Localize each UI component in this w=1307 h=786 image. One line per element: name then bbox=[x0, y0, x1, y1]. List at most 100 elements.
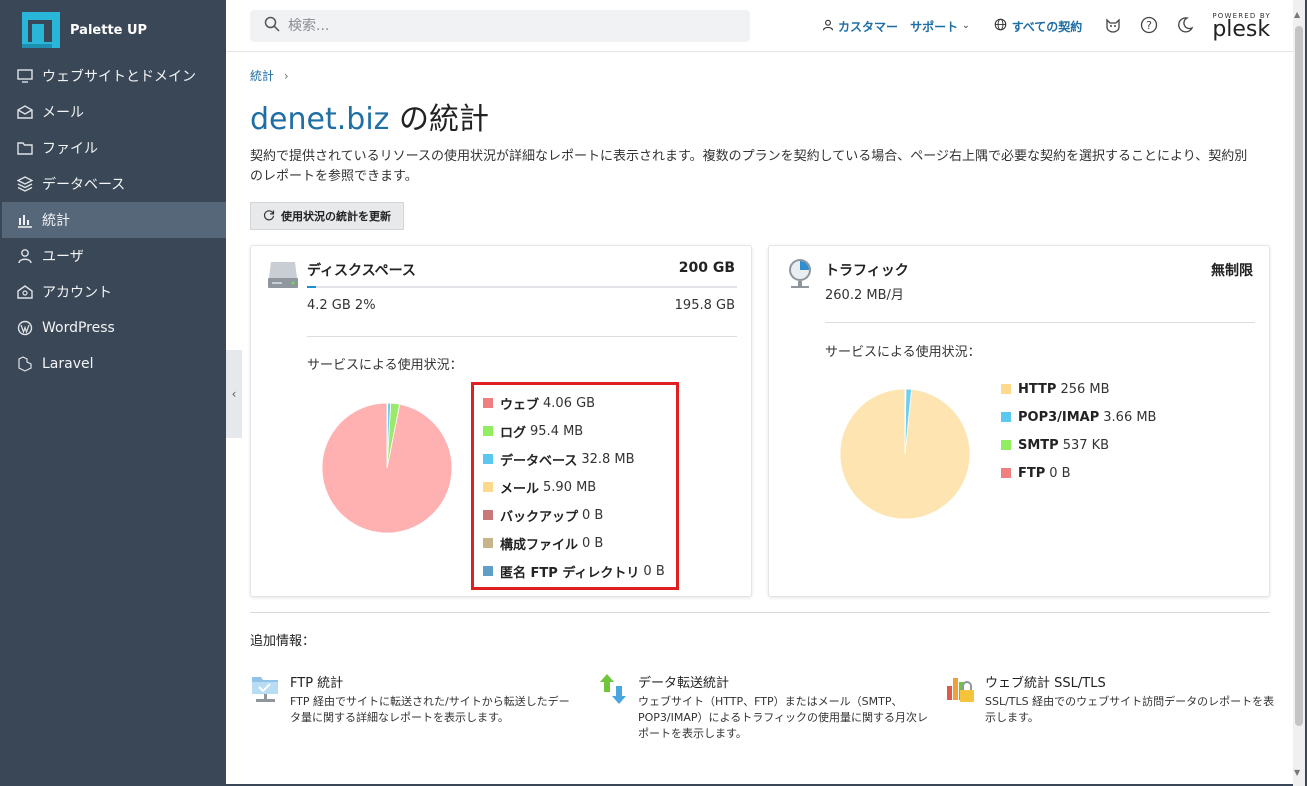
legend-swatch bbox=[1001, 440, 1011, 450]
sidebar-item-mail[interactable]: メール bbox=[2, 94, 226, 130]
search-input[interactable] bbox=[288, 18, 708, 34]
chevron-left-icon: ‹ bbox=[231, 387, 237, 401]
mail-icon bbox=[16, 103, 34, 121]
monitor-icon bbox=[16, 67, 34, 85]
legend-label: ログ bbox=[500, 425, 527, 441]
sidebar: Palette UP ウェブサイトとドメイン メール ファイル データベース 統… bbox=[2, 0, 226, 786]
legend-swatch bbox=[483, 398, 493, 408]
legend-label: 匿名 FTP ディレクトリ bbox=[500, 565, 640, 581]
cat-mascot-button[interactable] bbox=[1102, 15, 1124, 37]
brand-name: Palette UP bbox=[70, 22, 148, 38]
cat-icon bbox=[1104, 16, 1122, 37]
data-transfer-icon bbox=[598, 672, 632, 706]
sidebar-item-label: ファイル bbox=[42, 141, 98, 157]
info-title[interactable]: ウェブ統計 SSL/TLS bbox=[985, 672, 1275, 691]
bar-chart-icon bbox=[16, 211, 34, 229]
legend-item: データベース 32.8 MB bbox=[483, 445, 665, 473]
legend-value: 0 B bbox=[643, 563, 665, 579]
wordpress-icon bbox=[16, 319, 34, 337]
legend-value: 3.66 MB bbox=[1103, 409, 1157, 425]
refresh-statistics-button[interactable]: 使用状況の統計を更新 bbox=[250, 202, 404, 230]
search-box[interactable] bbox=[250, 10, 750, 42]
laravel-icon bbox=[16, 355, 34, 373]
pie-slice-4 bbox=[386, 402, 388, 469]
page-title: denet.biz の統計 bbox=[250, 94, 489, 138]
legend-swatch bbox=[1001, 384, 1011, 394]
sidebar-item-files[interactable]: ファイル bbox=[2, 130, 226, 166]
traffic-divider bbox=[825, 322, 1255, 323]
traffic-card: トラフィック 無制限 260.2 MB/月 サービスによる使用状況： HTTP 2… bbox=[768, 245, 1270, 597]
database-icon bbox=[16, 175, 34, 193]
sidebar-item-statistics[interactable]: 統計 bbox=[2, 202, 226, 238]
palette-up-logo bbox=[20, 10, 62, 50]
disk-space-title: ディスクスペース bbox=[307, 263, 416, 279]
sidebar-item-label: メール bbox=[42, 105, 84, 121]
ftp-stats-link[interactable]: FTP 統計 FTP 経由でサイトに転送された/サイトから転送したデータ量に関す… bbox=[250, 672, 580, 726]
scroll-thumb[interactable] bbox=[1295, 26, 1303, 726]
traffic-icon bbox=[785, 256, 817, 294]
theme-toggle-button[interactable] bbox=[1174, 15, 1196, 37]
page-title-domain[interactable]: denet.biz bbox=[250, 102, 389, 137]
traffic-usage-label: サービスによる使用状況： bbox=[825, 345, 981, 360]
subscriptions-menu[interactable]: すべての契約 bbox=[994, 18, 1082, 35]
sidebar-item-label: WordPress bbox=[42, 320, 115, 336]
folder-icon bbox=[16, 139, 34, 157]
chevron-right-icon: › bbox=[283, 69, 289, 83]
brand[interactable]: Palette UP bbox=[20, 10, 147, 50]
account-icon bbox=[16, 283, 34, 301]
sidebar-item-label: Laravel bbox=[42, 356, 94, 372]
breadcrumb-statistics-link[interactable]: 統計 bbox=[250, 69, 274, 83]
chevron-down-icon: ⌄ bbox=[962, 21, 970, 31]
data-transfer-stats-link[interactable]: データ転送統計 ウェブサイト（HTTP、FTP）またはメール（SMTP、POP3… bbox=[598, 672, 928, 742]
info-text: データ転送統計 ウェブサイト（HTTP、FTP）またはメール（SMTP、POP3… bbox=[638, 672, 928, 742]
legend-label: POP3/IMAP bbox=[1018, 409, 1100, 425]
support-menu[interactable]: サポート ⌄ bbox=[910, 18, 970, 35]
disk-space-total: 200 GB bbox=[678, 260, 735, 276]
legend-item: SMTP 537 KB bbox=[1001, 431, 1156, 459]
sidebar-item-label: ウェブサイトとドメイン bbox=[42, 69, 196, 85]
sidebar-nav: ウェブサイトとドメイン メール ファイル データベース 統計 ユーザ アカウント bbox=[2, 58, 226, 382]
legend-item: FTP 0 B bbox=[1001, 459, 1156, 487]
plesk-wordmark: plesk bbox=[1212, 17, 1271, 42]
web-stats-ssl-link[interactable]: ウェブ統計 SSL/TLS SSL/TLS 経由でのウェブサイト訪問データのレポ… bbox=[945, 672, 1275, 726]
legend-value: 0 B bbox=[1049, 465, 1071, 481]
legend-value: 537 KB bbox=[1062, 437, 1110, 453]
legend-value: 0 B bbox=[582, 535, 604, 551]
legend-label: FTP bbox=[1018, 465, 1046, 481]
ftp-stats-icon bbox=[250, 672, 284, 706]
page-scrollbar[interactable]: ▲ ▼ bbox=[1293, 0, 1305, 786]
svg-text:?: ? bbox=[1146, 19, 1152, 32]
info-title[interactable]: データ転送統計 bbox=[638, 672, 928, 691]
search-icon bbox=[264, 16, 280, 36]
sidebar-item-wordpress[interactable]: WordPress bbox=[2, 310, 226, 346]
help-button[interactable]: ? bbox=[1138, 15, 1160, 37]
legend-value: 4.06 GB bbox=[543, 395, 596, 411]
legend-value: 256 MB bbox=[1060, 381, 1110, 397]
legend-item: ログ 95.4 MB bbox=[483, 417, 665, 445]
disk-used: 4.2 GB 2% bbox=[307, 298, 376, 313]
moon-icon bbox=[1176, 16, 1194, 37]
legend-swatch bbox=[483, 510, 493, 520]
support-label: サポート bbox=[910, 19, 959, 34]
sidebar-item-databases[interactable]: データベース bbox=[2, 166, 226, 202]
sidebar-item-websites[interactable]: ウェブサイトとドメイン bbox=[2, 58, 226, 94]
sidebar-item-laravel[interactable]: Laravel bbox=[2, 346, 226, 382]
customer-link[interactable]: カスタマー bbox=[822, 18, 898, 35]
info-description: SSL/TLS 経由でのウェブサイト訪問データのレポートを表示します。 bbox=[985, 695, 1275, 724]
sidebar-item-label: ユーザ bbox=[42, 249, 84, 265]
sidebar-collapse-button[interactable]: ‹ bbox=[226, 350, 242, 438]
scroll-up-icon[interactable]: ▲ bbox=[1294, 10, 1300, 19]
sidebar-item-account[interactable]: アカウント bbox=[2, 274, 226, 310]
sidebar-item-users[interactable]: ユーザ bbox=[2, 238, 226, 274]
legend-label: メール bbox=[500, 481, 540, 497]
info-title[interactable]: FTP 統計 bbox=[290, 672, 580, 691]
info-description: ウェブサイト（HTTP、FTP）またはメール（SMTP、POP3/IMAP）によ… bbox=[638, 695, 928, 740]
legend-item: HTTP 256 MB bbox=[1001, 375, 1156, 403]
scroll-down-icon[interactable]: ▼ bbox=[1294, 768, 1300, 777]
disk-divider bbox=[307, 336, 737, 337]
customer-label: カスタマー bbox=[838, 19, 899, 34]
refresh-button-label: 使用状況の統計を更新 bbox=[281, 210, 391, 223]
legend-swatch bbox=[483, 482, 493, 492]
disk-usage-label: サービスによる使用状況： bbox=[307, 358, 463, 373]
traffic-monthly: 260.2 MB/月 bbox=[825, 288, 904, 303]
